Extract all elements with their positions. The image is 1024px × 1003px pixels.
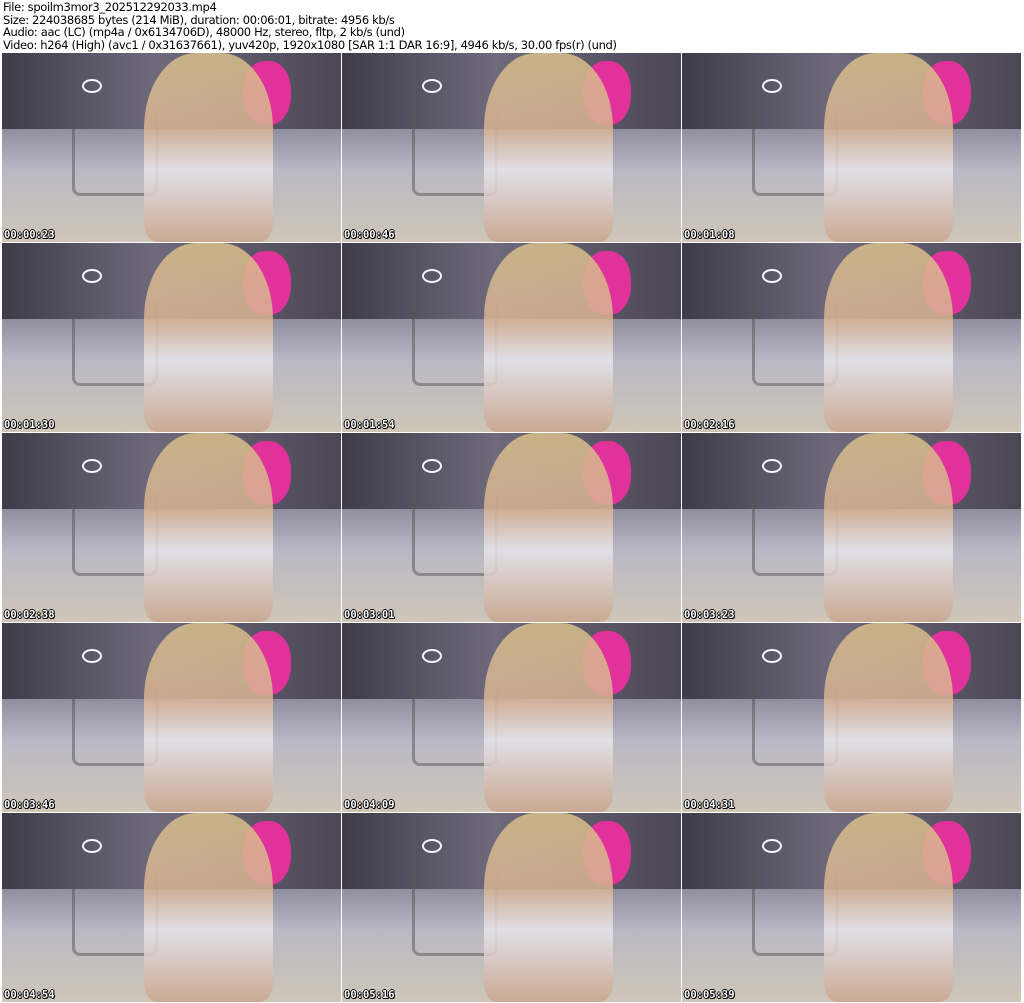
video-thumbnail: 00:01:08: [682, 53, 1021, 242]
timestamp: 00:00:46: [344, 229, 395, 241]
timestamp: 00:05:16: [344, 989, 395, 1001]
ring-light: [82, 79, 102, 93]
video-thumbnail: 00:00:23: [2, 53, 341, 242]
video-thumbnail: 00:03:46: [2, 623, 341, 812]
timestamp: 00:04:54: [4, 989, 55, 1001]
video-thumbnail: 00:05:16: [342, 813, 681, 1002]
video-thumbnail: 00:04:31: [682, 623, 1021, 812]
person-placeholder: [484, 243, 614, 432]
timestamp: 00:03:46: [4, 799, 55, 811]
timestamp: 00:02:16: [684, 419, 735, 431]
ring-light: [422, 269, 442, 283]
timestamp: 00:03:01: [344, 609, 395, 621]
person-placeholder: [144, 243, 274, 432]
ring-light: [422, 649, 442, 663]
person-placeholder: [144, 623, 274, 812]
ring-light: [762, 649, 782, 663]
person-placeholder: [824, 623, 954, 812]
ring-light: [82, 839, 102, 853]
ring-light: [422, 839, 442, 853]
video-info: Video: h264 (High) (avc1 / 0x31637661), …: [3, 37, 617, 52]
ring-light: [82, 459, 102, 473]
timestamp: 00:05:39: [684, 989, 735, 1001]
video-thumbnail: 00:04:54: [2, 813, 341, 1002]
person-placeholder: [144, 53, 274, 242]
video-thumbnail: 00:03:23: [682, 433, 1021, 622]
video-thumbnail: 00:01:30: [2, 243, 341, 432]
ring-light: [762, 79, 782, 93]
video-thumbnail: 00:02:38: [2, 433, 341, 622]
video-thumbnail: 00:00:46: [342, 53, 681, 242]
ring-light: [762, 459, 782, 473]
ring-light: [82, 269, 102, 283]
person-placeholder: [484, 433, 614, 622]
ring-light: [422, 459, 442, 473]
timestamp: 00:03:23: [684, 609, 735, 621]
timestamp: 00:04:09: [344, 799, 395, 811]
person-placeholder: [484, 623, 614, 812]
file-name: File: spoilm3mor3_202512292033.mp4: [3, 0, 217, 14]
timestamp: 00:01:30: [4, 419, 55, 431]
video-thumbnail: 00:01:54: [342, 243, 681, 432]
person-placeholder: [824, 243, 954, 432]
video-thumbnail: 00:02:16: [682, 243, 1021, 432]
person-placeholder: [144, 813, 274, 1002]
video-thumbnail: 00:05:39: [682, 813, 1021, 1002]
ring-light: [422, 79, 442, 93]
audio-info: Audio: aac (LC) (mp4a / 0x6134706D), 480…: [3, 25, 405, 40]
file-info: File: spoilm3mor3_202512292033.mp4 Size:…: [3, 1, 617, 51]
ring-light: [762, 839, 782, 853]
person-placeholder: [824, 53, 954, 242]
person-placeholder: [484, 813, 614, 1002]
person-placeholder: [824, 433, 954, 622]
video-thumbnail: 00:04:09: [342, 623, 681, 812]
person-placeholder: [484, 53, 614, 242]
timestamp: 00:04:31: [684, 799, 735, 811]
ring-light: [82, 649, 102, 663]
thumbnail-grid: 00:00:23 00:00:46 00:01:08 00:01:30 00:01:54…: [2, 53, 1021, 1002]
timestamp: 00:00:23: [4, 229, 55, 241]
person-placeholder: [824, 813, 954, 1002]
timestamp: 00:02:38: [4, 609, 55, 621]
ring-light: [762, 269, 782, 283]
timestamp: 00:01:08: [684, 229, 735, 241]
timestamp: 00:01:54: [344, 419, 395, 431]
person-placeholder: [144, 433, 274, 622]
video-thumbnail: 00:03:01: [342, 433, 681, 622]
